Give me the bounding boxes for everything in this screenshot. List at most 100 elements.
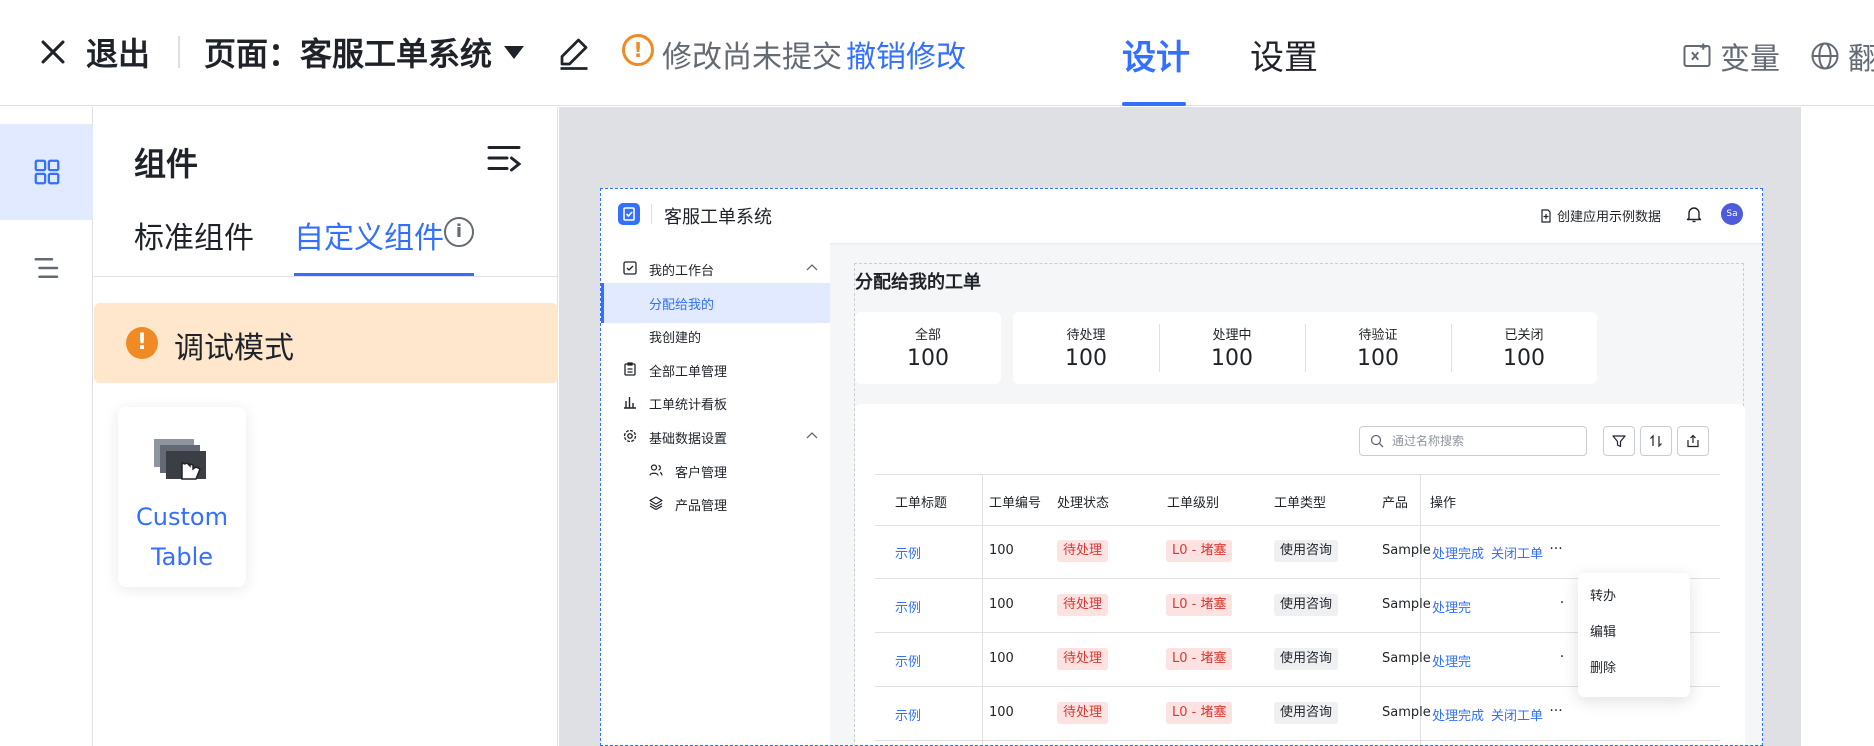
ticket-title-link[interactable]: 示例 [895, 651, 921, 670]
globe-icon [1811, 42, 1839, 70]
outline-rail-button[interactable] [0, 220, 93, 316]
ticket-number: 100 [989, 705, 1014, 720]
custom-table-component-card[interactable]: Custom Table [118, 407, 246, 587]
right-panel [1801, 107, 1874, 746]
level-badge: L0 - 堵塞 [1166, 540, 1233, 562]
stat-cell: 全部 100 [855, 312, 1001, 384]
sort-button[interactable] [1640, 426, 1672, 456]
tab-settings[interactable]: 设置 [1250, 30, 1318, 79]
app-preview[interactable]: 客服工单系统 创建应用示例数据 Sa 我的工作台 分配给我的 我创建的 全部工单… [600, 188, 1763, 746]
tab-design[interactable]: 设计 [1122, 30, 1190, 79]
complete-action-link[interactable]: 处理完 [1432, 597, 1471, 616]
grid-icon [34, 159, 59, 185]
stat-card-all[interactable]: 全部 100 [855, 312, 1001, 384]
level-badge: L0 - 堵塞 [1166, 702, 1233, 724]
type-badge: 使用咨询 [1274, 594, 1339, 616]
status-badge: 待处理 [1057, 702, 1109, 724]
warning-icon: ! [622, 34, 654, 66]
stat-value: 100 [1503, 346, 1545, 371]
more-actions-icon[interactable]: ··· [1545, 702, 1567, 724]
product-cell: Sample [1382, 597, 1431, 612]
nav-label: 全部工单管理 [649, 365, 728, 380]
language-button[interactable]: 翻 [1810, 34, 1874, 78]
create-sample-data-button[interactable]: 创建应用示例数据 [1539, 206, 1661, 225]
ticket-title-link[interactable]: 示例 [895, 543, 921, 562]
sort-icon [1650, 434, 1662, 448]
export-button[interactable] [1677, 426, 1709, 456]
stat-label: 待处理 [1066, 328, 1106, 343]
nav-label: 基础数据设置 [649, 432, 728, 447]
menu-item-delete[interactable]: 删除 [1578, 651, 1690, 687]
chevron-up-icon [806, 264, 818, 271]
menu-item-edit[interactable]: 编辑 [1578, 615, 1690, 651]
table-row[interactable]: 示例 100 待处理 L0 - 堵塞 使用咨询 Sample 处理完成 关闭工单… [875, 526, 1720, 579]
active-tab-indicator [1122, 102, 1186, 106]
more-actions-icon[interactable]: · [1551, 648, 1573, 670]
caret-down-icon [504, 45, 525, 59]
divider [178, 36, 180, 68]
column-header: 工单标题 [895, 496, 948, 511]
clipboard-icon [624, 362, 636, 376]
variables-label: 变量 [1720, 42, 1780, 77]
bell-icon[interactable] [1685, 205, 1703, 223]
tab-standard-components[interactable]: 标准组件 [134, 213, 254, 257]
unsaved-status: 修改尚未提交 [662, 40, 842, 75]
ticket-number: 100 [989, 597, 1014, 612]
page-label: 页面：客服工单系统 [204, 35, 493, 73]
nav-label: 客户管理 [675, 466, 728, 481]
type-badge: 使用咨询 [1274, 540, 1339, 562]
stat-cell-closed[interactable]: 已关闭 100 [1451, 312, 1597, 384]
components-rail-button[interactable] [0, 124, 93, 220]
revert-changes-link[interactable]: 撤销修改 [846, 32, 966, 76]
component-label: Custom Table [136, 503, 228, 571]
search-input[interactable] [1392, 431, 1578, 451]
variables-button[interactable]: 变量 [1682, 34, 1780, 78]
nav-product-management[interactable]: 产品管理 [601, 484, 830, 524]
close-ticket-link[interactable]: 关闭工单 [1491, 543, 1543, 562]
debug-mode-label: 调试模式 [174, 331, 294, 366]
filter-icon [1612, 435, 1626, 448]
search-box[interactable] [1359, 426, 1587, 456]
more-actions-icon[interactable]: ··· [1545, 540, 1567, 562]
debug-mode-banner: ! 调试模式 [94, 303, 558, 383]
bar-chart-icon [624, 397, 636, 409]
ticket-title-link[interactable]: 示例 [895, 597, 921, 616]
more-actions-icon[interactable]: · [1551, 594, 1573, 616]
pencil-icon[interactable] [556, 34, 592, 70]
table-header: 工单标题 工单编号 处理状态 工单级别 工单类型 产品 操作 [875, 474, 1720, 526]
nav-label: 我创建的 [649, 331, 702, 346]
top-bar: 退出 页面：客服工单系统 ! 修改尚未提交 撤销修改 设计 设置 变量 翻 [0, 0, 1874, 106]
collapse-menu-icon[interactable] [486, 143, 522, 173]
divider [651, 204, 652, 224]
stat-cell-pending[interactable]: 待处理 100 [1013, 312, 1159, 384]
icon-rail [0, 107, 93, 746]
stat-value: 100 [1065, 346, 1107, 371]
stat-label: 处理中 [1212, 328, 1252, 343]
exit-button[interactable]: 退出 [36, 30, 150, 74]
tab-custom-components[interactable]: 自定义组件 [294, 213, 444, 257]
info-icon[interactable]: i [444, 217, 474, 247]
panel-title: 组件 [134, 145, 199, 183]
stat-label: 待验证 [1358, 328, 1398, 343]
gear-icon [623, 429, 637, 443]
level-badge: L0 - 堵塞 [1166, 648, 1233, 670]
row-actions-dropdown: 转办 编辑 删除 [1578, 573, 1690, 697]
close-ticket-link[interactable]: 关闭工单 [1491, 705, 1543, 724]
drag-hand-icon [154, 439, 206, 480]
complete-action-link[interactable]: 处理完 [1432, 651, 1471, 670]
stat-card-group: 待处理 100 处理中 100 待验证 100 已关闭 100 [1013, 312, 1597, 384]
create-sample-data-label: 创建应用示例数据 [1557, 210, 1662, 225]
filter-button[interactable] [1603, 426, 1635, 456]
page-selector[interactable]: 页面：客服工单系统 [204, 30, 525, 74]
complete-action-link[interactable]: 处理完成 [1432, 705, 1484, 724]
stat-cell-in-progress[interactable]: 处理中 100 [1159, 312, 1305, 384]
stat-cell-to-verify[interactable]: 待验证 100 [1305, 312, 1451, 384]
column-header: 处理状态 [1057, 496, 1110, 511]
ticket-title-link[interactable]: 示例 [895, 705, 921, 724]
status-badge: 待处理 [1057, 540, 1109, 562]
menu-item-transfer[interactable]: 转办 [1578, 579, 1690, 615]
column-header: 产品 [1382, 496, 1409, 511]
avatar[interactable]: Sa [1721, 203, 1743, 225]
warning-icon: ! [126, 327, 158, 359]
complete-action-link[interactable]: 处理完成 [1432, 543, 1484, 562]
